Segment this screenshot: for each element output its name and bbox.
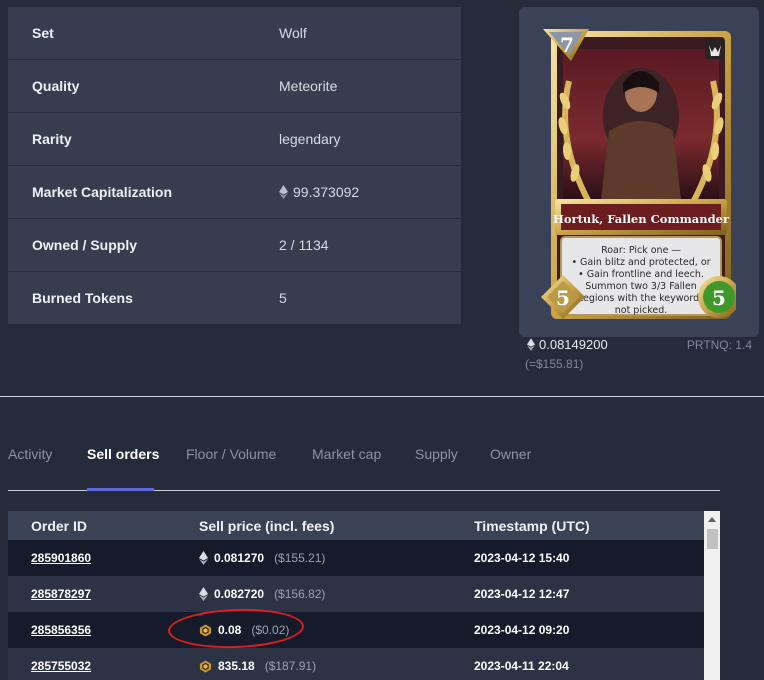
scroll-thumb[interactable]: [707, 529, 718, 549]
sell-price-fiat: ($187.91): [264, 659, 317, 673]
order-timestamp: 2023-04-12 09:20: [474, 623, 570, 637]
attr-row-set: Set Wolf: [8, 7, 461, 60]
tab-sell-orders[interactable]: Sell orders: [87, 446, 159, 462]
order-timestamp: 2023-04-12 12:47: [474, 587, 570, 601]
sell-price-fiat: ($155.21): [274, 551, 326, 565]
table-row: 285901860 0.081270 ($155.21) 2023-04-12 …: [8, 540, 704, 576]
attr-value: Meteorite: [279, 78, 338, 94]
svg-text:Legions with the keywords: Legions with the keywords: [578, 293, 704, 304]
attr-label: Rarity: [32, 131, 72, 147]
active-tab-indicator: [87, 488, 154, 491]
tab-supply[interactable]: Supply: [415, 446, 458, 462]
eth-icon: [199, 587, 208, 601]
svg-text:• Gain frontline and leech.: • Gain frontline and leech.: [578, 269, 704, 280]
card-health: 5: [712, 286, 726, 310]
attr-row-quality: Quality Meteorite: [8, 60, 461, 113]
section-divider: [0, 396, 764, 397]
order-timestamp: 2023-04-11 22:04: [474, 659, 569, 673]
rank-text: PRTNQ: 1.4: [686, 338, 752, 352]
eth-icon: [199, 551, 208, 565]
tab-market-cap[interactable]: Market cap: [312, 446, 381, 462]
gods-token-icon: [199, 659, 212, 673]
card-name: Hortuk, Fallen Commander: [553, 212, 730, 226]
price-usd: (=$155.81): [525, 357, 584, 371]
header-order-id[interactable]: Order ID: [8, 518, 176, 534]
tab-bar: Activity Sell orders Floor / Volume Mark…: [8, 446, 720, 491]
attr-label: Market Capitalization: [32, 184, 173, 200]
attr-value: Wolf: [279, 25, 307, 41]
price-eth: 0.08149200: [539, 337, 608, 352]
sell-price-fiat: ($156.82): [274, 587, 326, 601]
attr-row-rarity: Rarity legendary: [8, 113, 461, 166]
eth-icon: [527, 338, 535, 351]
table-header: Order ID Sell price (incl. fees) Timesta…: [8, 511, 704, 540]
table-row: 285755032 835.18 ($187.91) 2023-04-11 22…: [8, 648, 704, 680]
card-image[interactable]: 7 Hortuk, Fallen Commander Roar: Pick on…: [541, 21, 736, 326]
header-sell-price[interactable]: Sell price (incl. fees): [176, 518, 450, 534]
attr-row-market-cap: Market Capitalization 99.373092: [8, 166, 461, 219]
sell-price: 0.081270: [214, 551, 265, 565]
attr-label: Burned Tokens: [32, 290, 133, 306]
table-row: 285878297 0.082720 ($156.82) 2023-04-12 …: [8, 576, 704, 612]
attr-label: Set: [32, 25, 54, 41]
svg-text:• Gain blitz and protected, or: • Gain blitz and protected, or: [571, 257, 710, 268]
order-id-link[interactable]: 285856356: [31, 623, 91, 637]
sell-price: 0.082720: [214, 587, 265, 601]
table-row: 285856356 0.08 ($0.02) 2023-04-12 09:20: [8, 612, 704, 648]
tab-owner[interactable]: Owner: [490, 446, 531, 462]
eth-icon: [279, 185, 288, 199]
sell-orders-table: Order ID Sell price (incl. fees) Timesta…: [8, 511, 704, 680]
attr-value: 5: [279, 290, 287, 306]
attr-label: Owned / Supply: [32, 237, 138, 253]
attr-value: 2 / 1134: [279, 237, 329, 253]
card-attack: 5: [556, 286, 570, 310]
attr-value: 99.373092: [279, 184, 359, 200]
tab-activity[interactable]: Activity: [8, 446, 52, 462]
scroll-up-arrow-icon[interactable]: [704, 511, 720, 527]
order-timestamp: 2023-04-12 15:40: [474, 551, 570, 565]
card-attributes-table: Set Wolf Quality Meteorite Rarity legend…: [8, 7, 461, 324]
order-id-link[interactable]: 285755032: [31, 659, 91, 673]
svg-text:Roar: Pick one —: Roar: Pick one —: [601, 245, 681, 256]
svg-text:not picked.: not picked.: [615, 305, 668, 316]
orders-scrollbar[interactable]: [704, 511, 720, 680]
svg-text:Summon two 3/3 Fallen: Summon two 3/3 Fallen: [585, 281, 697, 292]
card-mana: 7: [560, 33, 574, 57]
sell-price: 835.18: [218, 659, 255, 673]
attr-row-burned-tokens: Burned Tokens 5: [8, 272, 461, 324]
order-id-link[interactable]: 285878297: [31, 587, 91, 601]
attr-value: legendary: [279, 131, 341, 147]
attr-row-owned-supply: Owned / Supply 2 / 1134: [8, 219, 461, 272]
tab-floor-volume[interactable]: Floor / Volume: [186, 446, 276, 462]
card-image-panel: 7 Hortuk, Fallen Commander Roar: Pick on…: [519, 7, 759, 337]
header-timestamp[interactable]: Timestamp (UTC): [450, 518, 590, 534]
order-id-link[interactable]: 285901860: [31, 551, 91, 565]
attr-label: Quality: [32, 78, 80, 94]
card-price: 0.08149200: [527, 337, 608, 352]
